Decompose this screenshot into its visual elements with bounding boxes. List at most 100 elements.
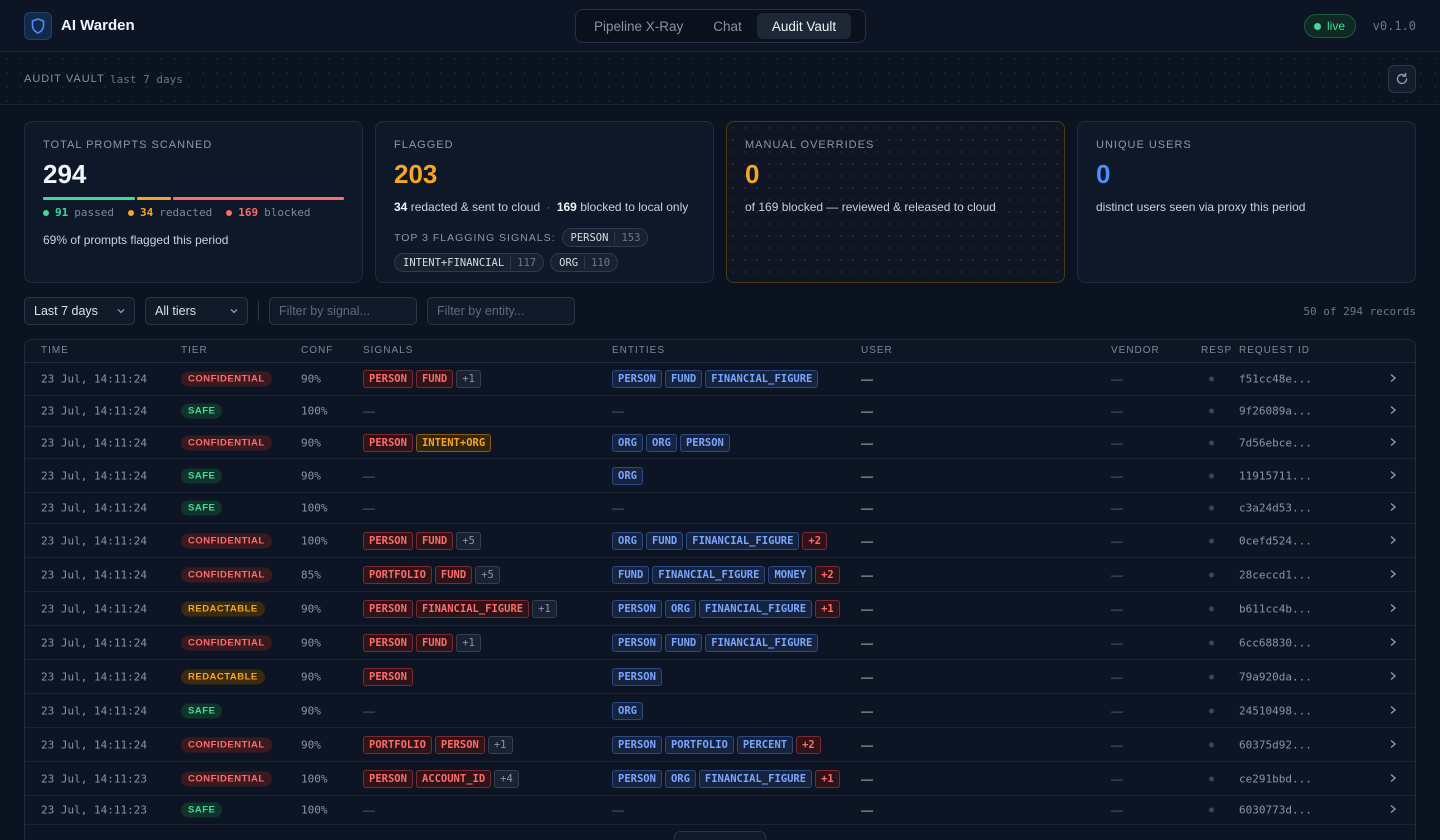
chevron-right-icon[interactable] bbox=[1389, 668, 1397, 686]
col-time: TIME bbox=[41, 345, 69, 356]
tier-cell: CONFIDENTIAL bbox=[181, 635, 272, 650]
chevron-right-icon[interactable] bbox=[1389, 702, 1397, 720]
confidence-value: 100% bbox=[301, 534, 328, 547]
vendor-value: — bbox=[1111, 635, 1123, 650]
empty-dash: — bbox=[612, 404, 624, 418]
entities-cell: — bbox=[612, 803, 624, 817]
vendor-cell: — bbox=[1111, 738, 1123, 752]
time-cell: 23 Jul, 14:11:24 bbox=[41, 405, 147, 418]
signals-cell: — bbox=[363, 501, 375, 515]
confidence-value: 100% bbox=[301, 803, 328, 817]
resp-cell bbox=[1209, 408, 1214, 414]
col-resp: RESP bbox=[1201, 345, 1233, 356]
chevron-right-icon[interactable] bbox=[1389, 770, 1397, 788]
time-value: 23 Jul, 14:11:24 bbox=[41, 501, 147, 515]
tier-badge: CONFIDENTIAL bbox=[181, 737, 272, 752]
user-value: — bbox=[861, 803, 873, 817]
signal-chip: ACCOUNT_ID bbox=[415, 769, 492, 788]
time-cell: 23 Jul, 14:11:23 bbox=[41, 772, 147, 785]
confidence-value: 90% bbox=[301, 738, 321, 751]
time-value: 23 Jul, 14:11:24 bbox=[41, 568, 147, 581]
tab-audit-vault[interactable]: Audit Vault bbox=[756, 13, 852, 39]
conf-cell: 90% bbox=[301, 738, 321, 751]
request-id-cell: 9f26089a... bbox=[1239, 405, 1312, 418]
user-cell: — bbox=[861, 404, 873, 418]
table-row[interactable]: 23 Jul, 14:11:24 CONFIDENTIAL 90% PERSON FUN… bbox=[25, 363, 1415, 396]
chevron-right-icon[interactable] bbox=[1389, 634, 1397, 652]
tier-select-value: All tiers bbox=[155, 304, 196, 318]
conf-cell: 100% bbox=[301, 772, 328, 785]
tab-pipeline-xray[interactable]: Pipeline X-Ray bbox=[579, 13, 698, 39]
overrides-label: MANUAL OVERRIDES bbox=[745, 139, 875, 151]
empty-dash: — bbox=[363, 468, 375, 483]
entity-filter-input[interactable] bbox=[427, 297, 575, 325]
signal-more-chip: +4 bbox=[494, 769, 519, 788]
load-more-button[interactable] bbox=[674, 831, 766, 840]
confidence-value: 90% bbox=[301, 704, 321, 717]
user-value: — bbox=[861, 703, 873, 718]
conf-cell: 90% bbox=[301, 636, 321, 649]
table-row[interactable]: 23 Jul, 14:11:24 SAFE 100% — — — — 9f26089a... bbox=[25, 396, 1415, 427]
table-row[interactable]: 23 Jul, 14:11:24 CONFIDENTIAL 90% PERSON INT… bbox=[25, 427, 1415, 459]
time-cell: 23 Jul, 14:11:24 bbox=[41, 373, 147, 386]
chevron-right-icon[interactable] bbox=[1389, 801, 1397, 819]
confidence-value: 100% bbox=[301, 404, 328, 418]
chevron-right-icon[interactable] bbox=[1389, 370, 1397, 388]
table-row[interactable]: 23 Jul, 14:11:24 SAFE 90% — ORG — — 24510498... bbox=[25, 694, 1415, 728]
blocked-dot-icon bbox=[226, 209, 233, 216]
chevron-right-icon[interactable] bbox=[1389, 566, 1397, 584]
signal-chip[interactable]: INTENT+FINANCIAL 117 bbox=[394, 253, 545, 272]
table-row[interactable]: 23 Jul, 14:11:24 CONFIDENTIAL 85% PORTFOLIO… bbox=[25, 558, 1415, 592]
resp-cell bbox=[1209, 708, 1214, 713]
table-row[interactable]: 23 Jul, 14:11:23 CONFIDENTIAL 100% PERSON AC… bbox=[25, 762, 1415, 796]
signal-chip: PERSON bbox=[363, 370, 413, 388]
signal-chip[interactable]: PERSON 153 bbox=[561, 228, 649, 247]
entity-chip: PERSON bbox=[612, 735, 662, 754]
chevron-right-icon[interactable] bbox=[1389, 736, 1397, 754]
vendor-cell: — bbox=[1111, 534, 1123, 548]
flagged-separator: · bbox=[546, 200, 551, 214]
request-id-cell: ce291bbd... bbox=[1239, 772, 1312, 785]
chevron-right-icon[interactable] bbox=[1389, 402, 1397, 420]
entity-chip: PERCENT bbox=[736, 735, 794, 754]
table-row[interactable]: 23 Jul, 14:11:24 SAFE 90% — ORG — — 11915711... bbox=[25, 459, 1415, 493]
tier-select[interactable]: All tiers bbox=[145, 297, 248, 325]
live-status-badge: live bbox=[1304, 14, 1357, 38]
time-value: 23 Jul, 14:11:24 bbox=[41, 738, 147, 751]
chevron-right-icon[interactable] bbox=[1389, 532, 1397, 550]
resp-status-dot-icon bbox=[1209, 572, 1214, 577]
chevron-right-icon[interactable] bbox=[1389, 600, 1397, 618]
table-row[interactable]: 23 Jul, 14:11:24 CONFIDENTIAL 90% PERSON FUN… bbox=[25, 626, 1415, 660]
entities-cell: — bbox=[612, 404, 624, 418]
signal-chip[interactable]: ORG 110 bbox=[550, 253, 619, 272]
table-row[interactable]: 23 Jul, 14:11:24 REDACTABLE 90% PERSON FINAN… bbox=[25, 592, 1415, 626]
range-select[interactable]: Last 7 days bbox=[24, 297, 135, 325]
flagged-blocked-text: blocked to local only bbox=[580, 200, 689, 214]
chevron-right-icon[interactable] bbox=[1389, 434, 1397, 452]
signal-filter-input[interactable] bbox=[269, 297, 417, 325]
table-row[interactable]: 23 Jul, 14:11:24 CONFIDENTIAL 100% PERSON FU… bbox=[25, 524, 1415, 558]
user-cell: — bbox=[861, 738, 873, 752]
time-value: 23 Jul, 14:11:23 bbox=[41, 803, 147, 817]
col-user: USER bbox=[861, 345, 893, 356]
tab-chat[interactable]: Chat bbox=[698, 13, 757, 39]
request-id-cell: 60375d92... bbox=[1239, 738, 1312, 751]
entity-chip: PERSON bbox=[612, 769, 662, 788]
table-row[interactable]: 23 Jul, 14:11:24 REDACTABLE 90% PERSON PERSO… bbox=[25, 660, 1415, 694]
table-row[interactable]: 23 Jul, 14:11:24 SAFE 100% — — — — c3a24d53... bbox=[25, 493, 1415, 524]
table-header: TIME TIER CONF SIGNALS ENTITIES USER VEN… bbox=[25, 340, 1415, 363]
flagged-redacted-count: 34 bbox=[394, 200, 408, 214]
chevron-right-icon[interactable] bbox=[1389, 467, 1397, 485]
records-count: 50 of 294 records bbox=[1303, 305, 1416, 318]
user-value: — bbox=[861, 635, 873, 650]
vendor-value: — bbox=[1111, 533, 1123, 548]
entities-cell: ORG ORG PERSON bbox=[612, 433, 730, 452]
table-row[interactable]: 23 Jul, 14:11:24 CONFIDENTIAL 90% PORTFOLIO… bbox=[25, 728, 1415, 762]
chevron-right-icon[interactable] bbox=[1389, 499, 1397, 517]
entity-chip: FINANCIAL_FIGURE bbox=[686, 531, 800, 550]
time-cell: 23 Jul, 14:11:24 bbox=[41, 436, 147, 449]
refresh-button[interactable] bbox=[1388, 65, 1416, 93]
flagged-breakdown: 34 redacted & sent to cloud · 169 blocke… bbox=[394, 200, 695, 214]
users-note: distinct users seen via proxy this perio… bbox=[1096, 200, 1306, 214]
table-row[interactable]: 23 Jul, 14:11:23 SAFE 100% — — — — 6030773d... bbox=[25, 796, 1415, 825]
